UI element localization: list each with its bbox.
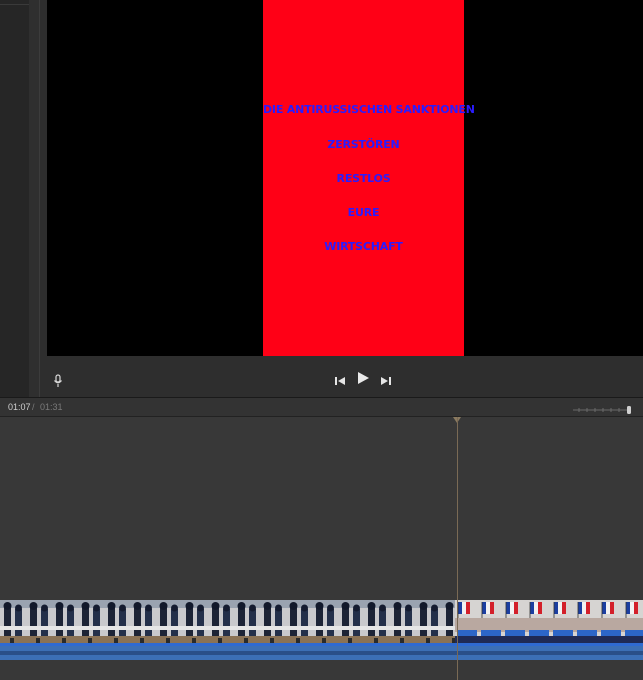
- video-clip-track[interactable]: [0, 600, 643, 646]
- playhead[interactable]: [457, 417, 458, 680]
- audio-waveform: [0, 651, 643, 655]
- skip-back-icon[interactable]: [335, 373, 346, 391]
- current-time: 01:07: [8, 402, 31, 412]
- video-clip-flags[interactable]: [455, 600, 643, 646]
- sidebar-divider: [29, 0, 40, 397]
- skip-forward-icon[interactable]: [380, 373, 391, 391]
- total-time: 01:31: [40, 402, 63, 412]
- title-card: DIE ANTIRUSSISCHEN SANKTIONEN ZERSTÖREN …: [263, 0, 475, 356]
- sidebar-panel: [0, 0, 29, 397]
- play-icon[interactable]: [356, 371, 370, 390]
- timeline[interactable]: [0, 417, 643, 680]
- title-line-5: WIRTSCHAFT: [324, 240, 403, 253]
- zoom-slider-icon[interactable]: [573, 402, 633, 414]
- playback-controls: [47, 356, 643, 397]
- title-line-4: EURE: [347, 206, 380, 219]
- title-line-3: RESTLOS: [336, 172, 391, 185]
- time-bar: 01:07 / 01:31: [0, 398, 643, 417]
- time-separator: /: [32, 402, 35, 412]
- audio-track[interactable]: [0, 646, 643, 660]
- microphone-icon[interactable]: [53, 374, 63, 393]
- video-clip-police[interactable]: [0, 600, 455, 646]
- title-line-2: ZERSTÖREN: [327, 138, 400, 151]
- title-line-1: DIE ANTIRUSSISCHEN SANKTIONEN: [263, 103, 475, 116]
